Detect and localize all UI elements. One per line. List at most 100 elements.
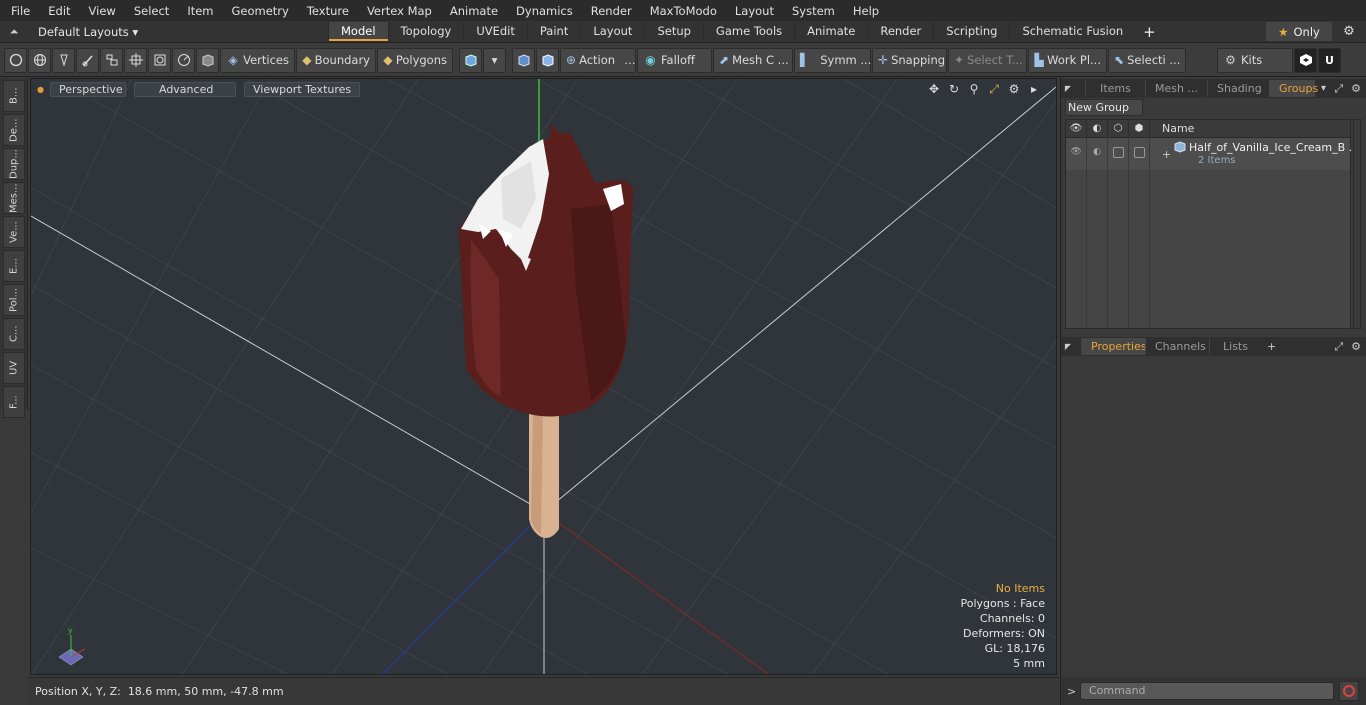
panel-gear-icon[interactable]: ⚙ <box>1351 340 1361 353</box>
row-visibility-icon[interactable]: 👁 <box>1066 138 1087 170</box>
zoom-icon[interactable]: ⚲ <box>966 82 982 96</box>
record-macro-icon[interactable] <box>1339 681 1359 701</box>
menu-item[interactable]: Item <box>178 4 222 18</box>
3d-viewport[interactable]: y ● Perspective Advanced Viewport Textur… <box>30 78 1057 675</box>
tab-schematic-fusion[interactable]: Schematic Fusion <box>1009 22 1135 41</box>
command-input[interactable]: Command <box>1080 682 1334 700</box>
vertices-button[interactable]: ◈ Vertices <box>220 47 295 73</box>
dropdown-arrow-icon[interactable]: ▾ <box>483 47 506 73</box>
rotate-icon[interactable] <box>148 47 171 73</box>
maximize-icon[interactable]: ⤢ <box>986 82 1002 96</box>
groups-scrollbar[interactable] <box>1353 119 1361 329</box>
name-column-header[interactable]: Name <box>1150 122 1194 135</box>
tab-game-tools[interactable]: Game Tools <box>702 22 794 41</box>
menu-dynamics[interactable]: Dynamics <box>507 4 582 18</box>
select-circle-icon[interactable] <box>4 47 27 73</box>
left-tab-duplicate[interactable]: Dup... <box>3 148 25 180</box>
globe-icon[interactable] <box>28 47 51 73</box>
advanced-button[interactable]: Advanced <box>133 81 236 97</box>
ice-cream-model[interactable] <box>459 124 633 538</box>
item-mode-icon[interactable] <box>459 47 482 73</box>
pivot-mode-icon[interactable] <box>536 47 559 73</box>
perspective-button[interactable]: Perspective <box>49 81 126 97</box>
tab-animate[interactable]: Animate <box>794 22 867 41</box>
viewport-menu-dot-icon[interactable]: ● <box>37 85 44 94</box>
row-lock-checkbox[interactable] <box>1108 138 1129 170</box>
left-tab-polygon[interactable]: Pol... <box>3 284 25 316</box>
tab-channels[interactable]: Channels <box>1145 338 1209 355</box>
tab-properties[interactable]: Properties <box>1081 338 1147 355</box>
lock-header-icon[interactable]: ⬡ <box>1108 119 1129 138</box>
tab-lists[interactable]: Lists <box>1209 338 1261 355</box>
transform-icon[interactable] <box>100 47 123 73</box>
left-tab-fusion[interactable]: F... <box>3 386 25 418</box>
tab-setup[interactable]: Setup <box>644 22 702 41</box>
select-header-icon[interactable]: ⬢ <box>1129 119 1150 138</box>
left-tab-deform[interactable]: De... <box>3 114 25 146</box>
menu-maxtomodo[interactable]: MaxToModo <box>641 4 726 18</box>
tab-mesh[interactable]: Mesh ... <box>1145 80 1207 97</box>
symmetry-button[interactable]: ▌ Symm ... <box>794 47 871 73</box>
left-tab-basic[interactable]: B... <box>3 80 25 112</box>
tab-uvedit[interactable]: UVEdit <box>463 22 527 41</box>
viewport-expand-icon[interactable]: ▸ <box>1026 82 1042 96</box>
tabs-dropdown-icon[interactable]: ▾ <box>1321 83 1326 94</box>
menu-view[interactable]: View <box>80 4 125 18</box>
panel-menu-icon[interactable]: ◤ <box>1061 342 1075 351</box>
panel-maximize-icon[interactable]: ⤢ <box>1334 340 1343 354</box>
tab-scripting[interactable]: Scripting <box>933 22 1009 41</box>
material-mode-icon[interactable] <box>512 47 535 73</box>
tab-layout[interactable]: Layout <box>580 22 644 41</box>
lasso-icon[interactable] <box>52 47 75 73</box>
add-panel-tab-icon[interactable]: + <box>1267 340 1276 353</box>
menu-vertex-map[interactable]: Vertex Map <box>358 4 441 18</box>
left-tab-vertex[interactable]: Ve... <box>3 216 25 248</box>
panel-menu-icon[interactable]: ◤ <box>1061 84 1075 93</box>
snapping-button[interactable]: ✛ Snapping <box>872 47 947 73</box>
visibility-header-icon[interactable]: 👁 <box>1066 119 1087 138</box>
work-plane-button[interactable]: ▙ Work Pl... <box>1028 47 1107 73</box>
gear-icon[interactable]: ⚙ <box>1332 24 1366 39</box>
left-tab-edge[interactable]: E... <box>3 250 25 282</box>
menu-layout[interactable]: Layout <box>726 4 783 18</box>
unreal-icon[interactable]: U <box>1318 47 1341 73</box>
brush-icon[interactable] <box>76 47 99 73</box>
move-icon[interactable] <box>124 47 147 73</box>
menu-system[interactable]: System <box>783 4 844 18</box>
tab-model[interactable]: Model <box>328 22 388 41</box>
menu-geometry[interactable]: Geometry <box>223 4 298 18</box>
new-group-button[interactable]: New Group <box>1065 99 1143 116</box>
left-tab-uv[interactable]: UV <box>3 352 25 384</box>
selection-sets-button[interactable]: ⬉ Selecti ... <box>1108 47 1186 73</box>
kits-button[interactable]: ⚙ Kits <box>1217 47 1293 73</box>
tab-items[interactable]: Items <box>1085 80 1145 97</box>
tab-topology[interactable]: Topology <box>387 22 464 41</box>
unity-icon[interactable] <box>1294 47 1317 73</box>
menu-help[interactable]: Help <box>844 4 888 18</box>
tab-groups[interactable]: Groups <box>1269 80 1318 97</box>
collapse-icon[interactable]: ⏶ <box>0 25 28 39</box>
render-header-icon[interactable]: ◐ <box>1087 119 1108 138</box>
panel-gear-icon[interactable]: ⚙ <box>1351 82 1361 95</box>
row-select-checkbox[interactable] <box>1129 138 1150 170</box>
viewport-gear-icon[interactable]: ⚙ <box>1006 82 1022 96</box>
select-through-button[interactable]: ✦ Select T... <box>948 47 1027 73</box>
action-center-button[interactable]: ⊕ Action… <box>560 47 636 73</box>
pan-icon[interactable]: ✥ <box>926 82 942 96</box>
shield-mode-icon[interactable] <box>196 47 219 73</box>
group-row[interactable]: 👁 ◐ + Half_of_Vanilla_Ice_Cream_B ... 2 … <box>1066 138 1359 170</box>
menu-texture[interactable]: Texture <box>298 4 358 18</box>
tab-paint[interactable]: Paint <box>526 22 580 41</box>
only-toggle[interactable]: ★ Only <box>1266 22 1332 41</box>
add-tab-icon[interactable]: + <box>1135 23 1164 41</box>
menu-edit[interactable]: Edit <box>39 4 79 18</box>
boundary-button[interactable]: ◆ Boundary <box>296 47 376 73</box>
left-tab-mesh-edit[interactable]: Mes... <box>3 182 25 214</box>
tab-render[interactable]: Render <box>867 22 933 41</box>
left-tab-curve[interactable]: C... <box>3 318 25 350</box>
menu-file[interactable]: File <box>0 4 39 18</box>
menu-animate[interactable]: Animate <box>441 4 507 18</box>
mesh-constraint-button[interactable]: ⬈ Mesh C ... <box>713 47 793 73</box>
panel-maximize-icon[interactable]: ⤢ <box>1334 82 1343 96</box>
tab-shading[interactable]: Shading <box>1207 80 1269 97</box>
